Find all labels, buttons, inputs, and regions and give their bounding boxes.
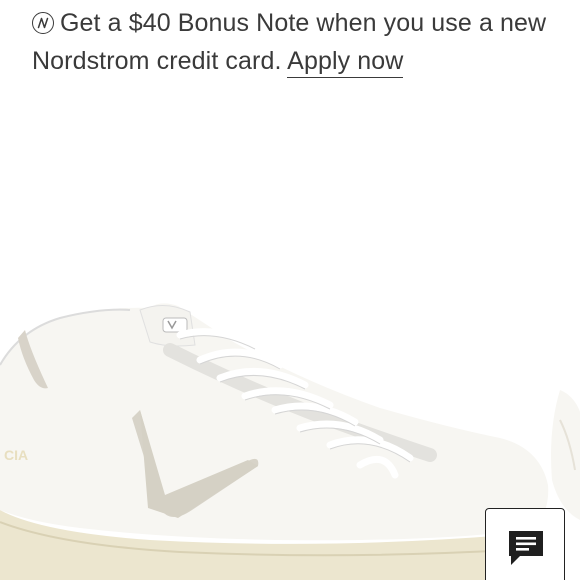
promo-line-2: Nordstrom credit card. Apply now bbox=[32, 42, 572, 80]
chat-icon bbox=[509, 531, 543, 565]
promo-text-line-1: Get a $40 Bonus Note when you use a new bbox=[60, 9, 547, 37]
nordstrom-n-icon bbox=[32, 12, 54, 34]
svg-text:CIA: CIA bbox=[4, 447, 28, 463]
credit-card-promo: Get a $40 Bonus Note when you use a new … bbox=[32, 4, 572, 80]
page: Get a $40 Bonus Note when you use a new … bbox=[0, 0, 580, 580]
chat-button[interactable] bbox=[485, 508, 565, 580]
apply-now-link[interactable]: Apply now bbox=[287, 47, 404, 78]
promo-text-line-2: Nordstrom credit card. bbox=[32, 47, 282, 75]
promo-line-1: Get a $40 Bonus Note when you use a new bbox=[32, 4, 572, 42]
